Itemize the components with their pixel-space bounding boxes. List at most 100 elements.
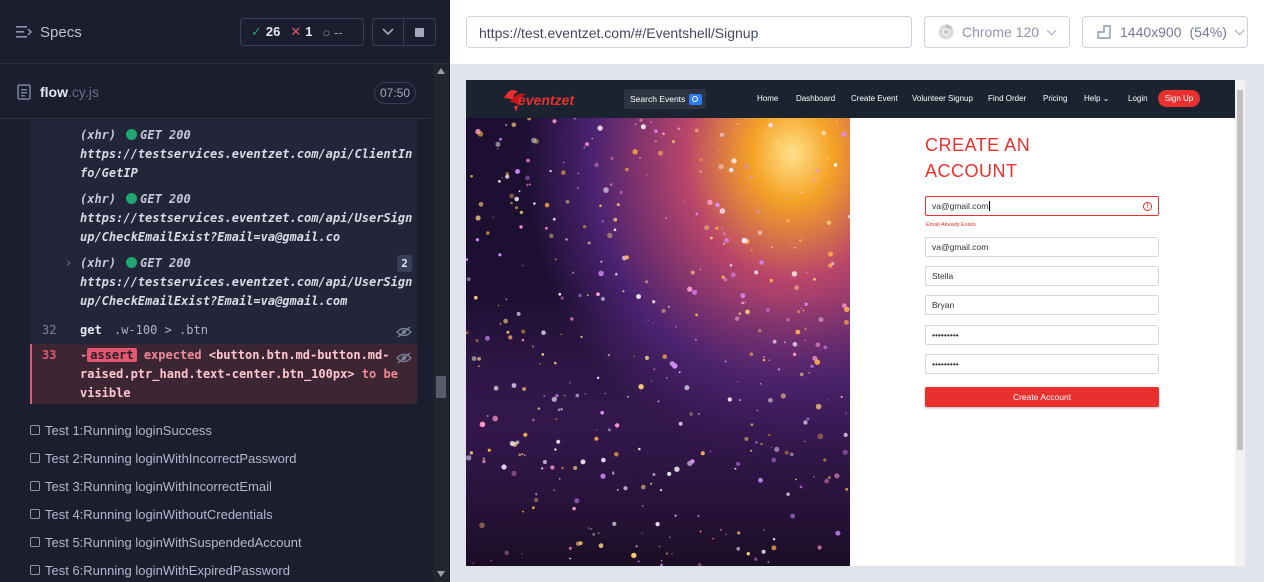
nav-pricing[interactable]: Pricing — [1043, 94, 1067, 103]
confetti-speck — [506, 330, 510, 334]
scroll-down-icon[interactable] — [437, 571, 445, 577]
stop-button[interactable] — [404, 19, 435, 45]
nav-create-event[interactable]: Create Event — [851, 94, 898, 103]
command-assert-failed[interactable]: 33 - assert expected <button.btn.md-butto… — [30, 344, 417, 404]
confetti-speck — [736, 122, 739, 126]
nav-find-order[interactable]: Find Order — [988, 94, 1026, 103]
confetti-speck — [759, 382, 762, 385]
confetti-speck — [672, 363, 678, 369]
password-field[interactable]: ••••••••• — [925, 325, 1159, 345]
confetti-speck — [843, 235, 845, 238]
signup-button[interactable]: Sign Up — [1158, 90, 1200, 107]
confetti-speck — [720, 528, 722, 531]
last-name-field[interactable]: Bryan — [925, 295, 1159, 315]
browser-selector[interactable]: Chrome 120 — [924, 16, 1070, 48]
failed-count: ✕ 1 — [290, 24, 313, 39]
confirm-password-field[interactable]: ••••••••• — [925, 354, 1159, 374]
confetti-speck — [594, 162, 599, 167]
nav-home[interactable]: Home — [757, 94, 778, 103]
confetti-speck — [815, 403, 822, 410]
confetti-speck — [665, 377, 668, 379]
test-item[interactable]: Test 6:Running loginWithExpiredPassword — [30, 560, 290, 580]
confetti-speck — [674, 514, 677, 517]
email-field[interactable]: va@gmail.com ! — [925, 196, 1159, 216]
confetti-speck — [477, 357, 481, 361]
confetti-speck — [518, 453, 522, 457]
test-item[interactable]: Test 2:Running loginWithIncorrectPasswor… — [30, 448, 296, 468]
collapse-button[interactable] — [373, 19, 405, 45]
aut-panel: https://test.eventzet.com/#/Eventshell/S… — [450, 0, 1264, 582]
confetti-speck — [689, 412, 693, 416]
assert-message: - assert expected <button.btn.md-button.m… — [80, 348, 398, 400]
confetti-speck — [750, 175, 753, 179]
scroll-thumb[interactable] — [436, 376, 446, 398]
confetti-speck — [470, 174, 473, 178]
confetti-speck — [678, 421, 683, 426]
confetti-speck — [662, 354, 668, 359]
confetti-speck — [609, 183, 613, 186]
confetti-speck — [665, 552, 669, 555]
confetti-speck — [537, 407, 540, 410]
app-scrollbar[interactable] — [1235, 80, 1245, 566]
confetti-speck — [740, 293, 746, 299]
eventzet-logo[interactable]: eventzet — [502, 84, 586, 114]
confirm-email-field[interactable]: va@gmail.com — [925, 237, 1159, 257]
nav-dashboard[interactable]: Dashboard — [796, 94, 835, 103]
test-item[interactable]: Test 4:Running loginWithoutCredentials — [30, 504, 273, 524]
confetti-speck — [710, 236, 713, 240]
menu-icon[interactable] — [16, 25, 32, 39]
confetti-speck — [660, 489, 663, 492]
create-account-button[interactable]: Create Account — [925, 387, 1159, 407]
confetti-speck — [580, 459, 586, 465]
confetti-speck — [741, 301, 745, 305]
url-bar[interactable]: https://test.eventzet.com/#/Eventshell/S… — [466, 16, 912, 48]
confetti-speck — [695, 338, 697, 341]
confetti-speck — [639, 118, 643, 122]
nav-login[interactable]: Login — [1128, 94, 1148, 103]
confetti-speck — [799, 372, 804, 377]
command-xhr[interactable]: (xhr) GET 200 https://testservices.eventz… — [30, 126, 417, 183]
confetti-speck — [704, 225, 710, 231]
confetti-speck — [490, 560, 492, 562]
confetti-speck — [818, 317, 824, 323]
aut-header: https://test.eventzet.com/#/Eventshell/S… — [450, 0, 1264, 64]
spec-file-name[interactable]: flow.cy.js — [40, 84, 99, 100]
command-name: get — [80, 323, 102, 337]
first-name-field[interactable]: Stella — [925, 266, 1159, 286]
command-get[interactable]: 32 get .w-100 > .btn — [30, 318, 417, 342]
confetti-speck — [724, 533, 727, 536]
nav-help[interactable]: Help ⌄ — [1084, 94, 1109, 103]
chevron-right-icon[interactable]: › — [65, 254, 72, 273]
scroll-thumb[interactable] — [1237, 90, 1243, 450]
confetti-speck — [823, 345, 828, 350]
confetti-speck — [569, 382, 571, 384]
reporter-scrollbar[interactable] — [433, 64, 449, 582]
confetti-speck — [799, 485, 803, 489]
confetti-speck — [610, 156, 614, 161]
command-xhr[interactable]: (xhr) GET 200 https://testservices.eventz… — [30, 190, 417, 247]
nav-volunteer-signup[interactable]: Volunteer Signup — [912, 94, 973, 103]
confetti-speck — [780, 393, 786, 399]
confetti-speck — [515, 206, 518, 210]
command-xhr[interactable]: › (xhr) GET 200 https://testservices.even… — [30, 254, 417, 311]
viewport-selector[interactable]: 1440x900 (54%) — [1082, 16, 1248, 48]
confetti-speck — [472, 562, 474, 564]
confetti-speck — [835, 530, 841, 536]
confetti-speck — [719, 132, 725, 137]
test-item[interactable]: Test 3:Running loginWithIncorrectEmail — [30, 476, 272, 496]
scroll-up-icon[interactable] — [437, 68, 445, 74]
confetti-speck — [519, 210, 524, 215]
test-item[interactable]: Test 5:Running loginWithSuspendedAccount — [30, 532, 302, 552]
confetti-speck — [709, 450, 712, 453]
search-events-button[interactable]: Search Events — [624, 89, 706, 109]
specs-title[interactable]: Specs — [40, 24, 82, 41]
confetti-speck — [560, 296, 564, 300]
confetti-speck — [607, 232, 613, 239]
test-item[interactable]: Test 1:Running loginSuccess — [30, 420, 212, 440]
confetti-speck — [477, 131, 484, 137]
confetti-speck — [587, 241, 591, 245]
confetti-speck — [650, 482, 653, 485]
command-number: 33 — [42, 348, 57, 362]
confetti-speck — [560, 408, 563, 411]
confetti-speck — [503, 318, 508, 324]
